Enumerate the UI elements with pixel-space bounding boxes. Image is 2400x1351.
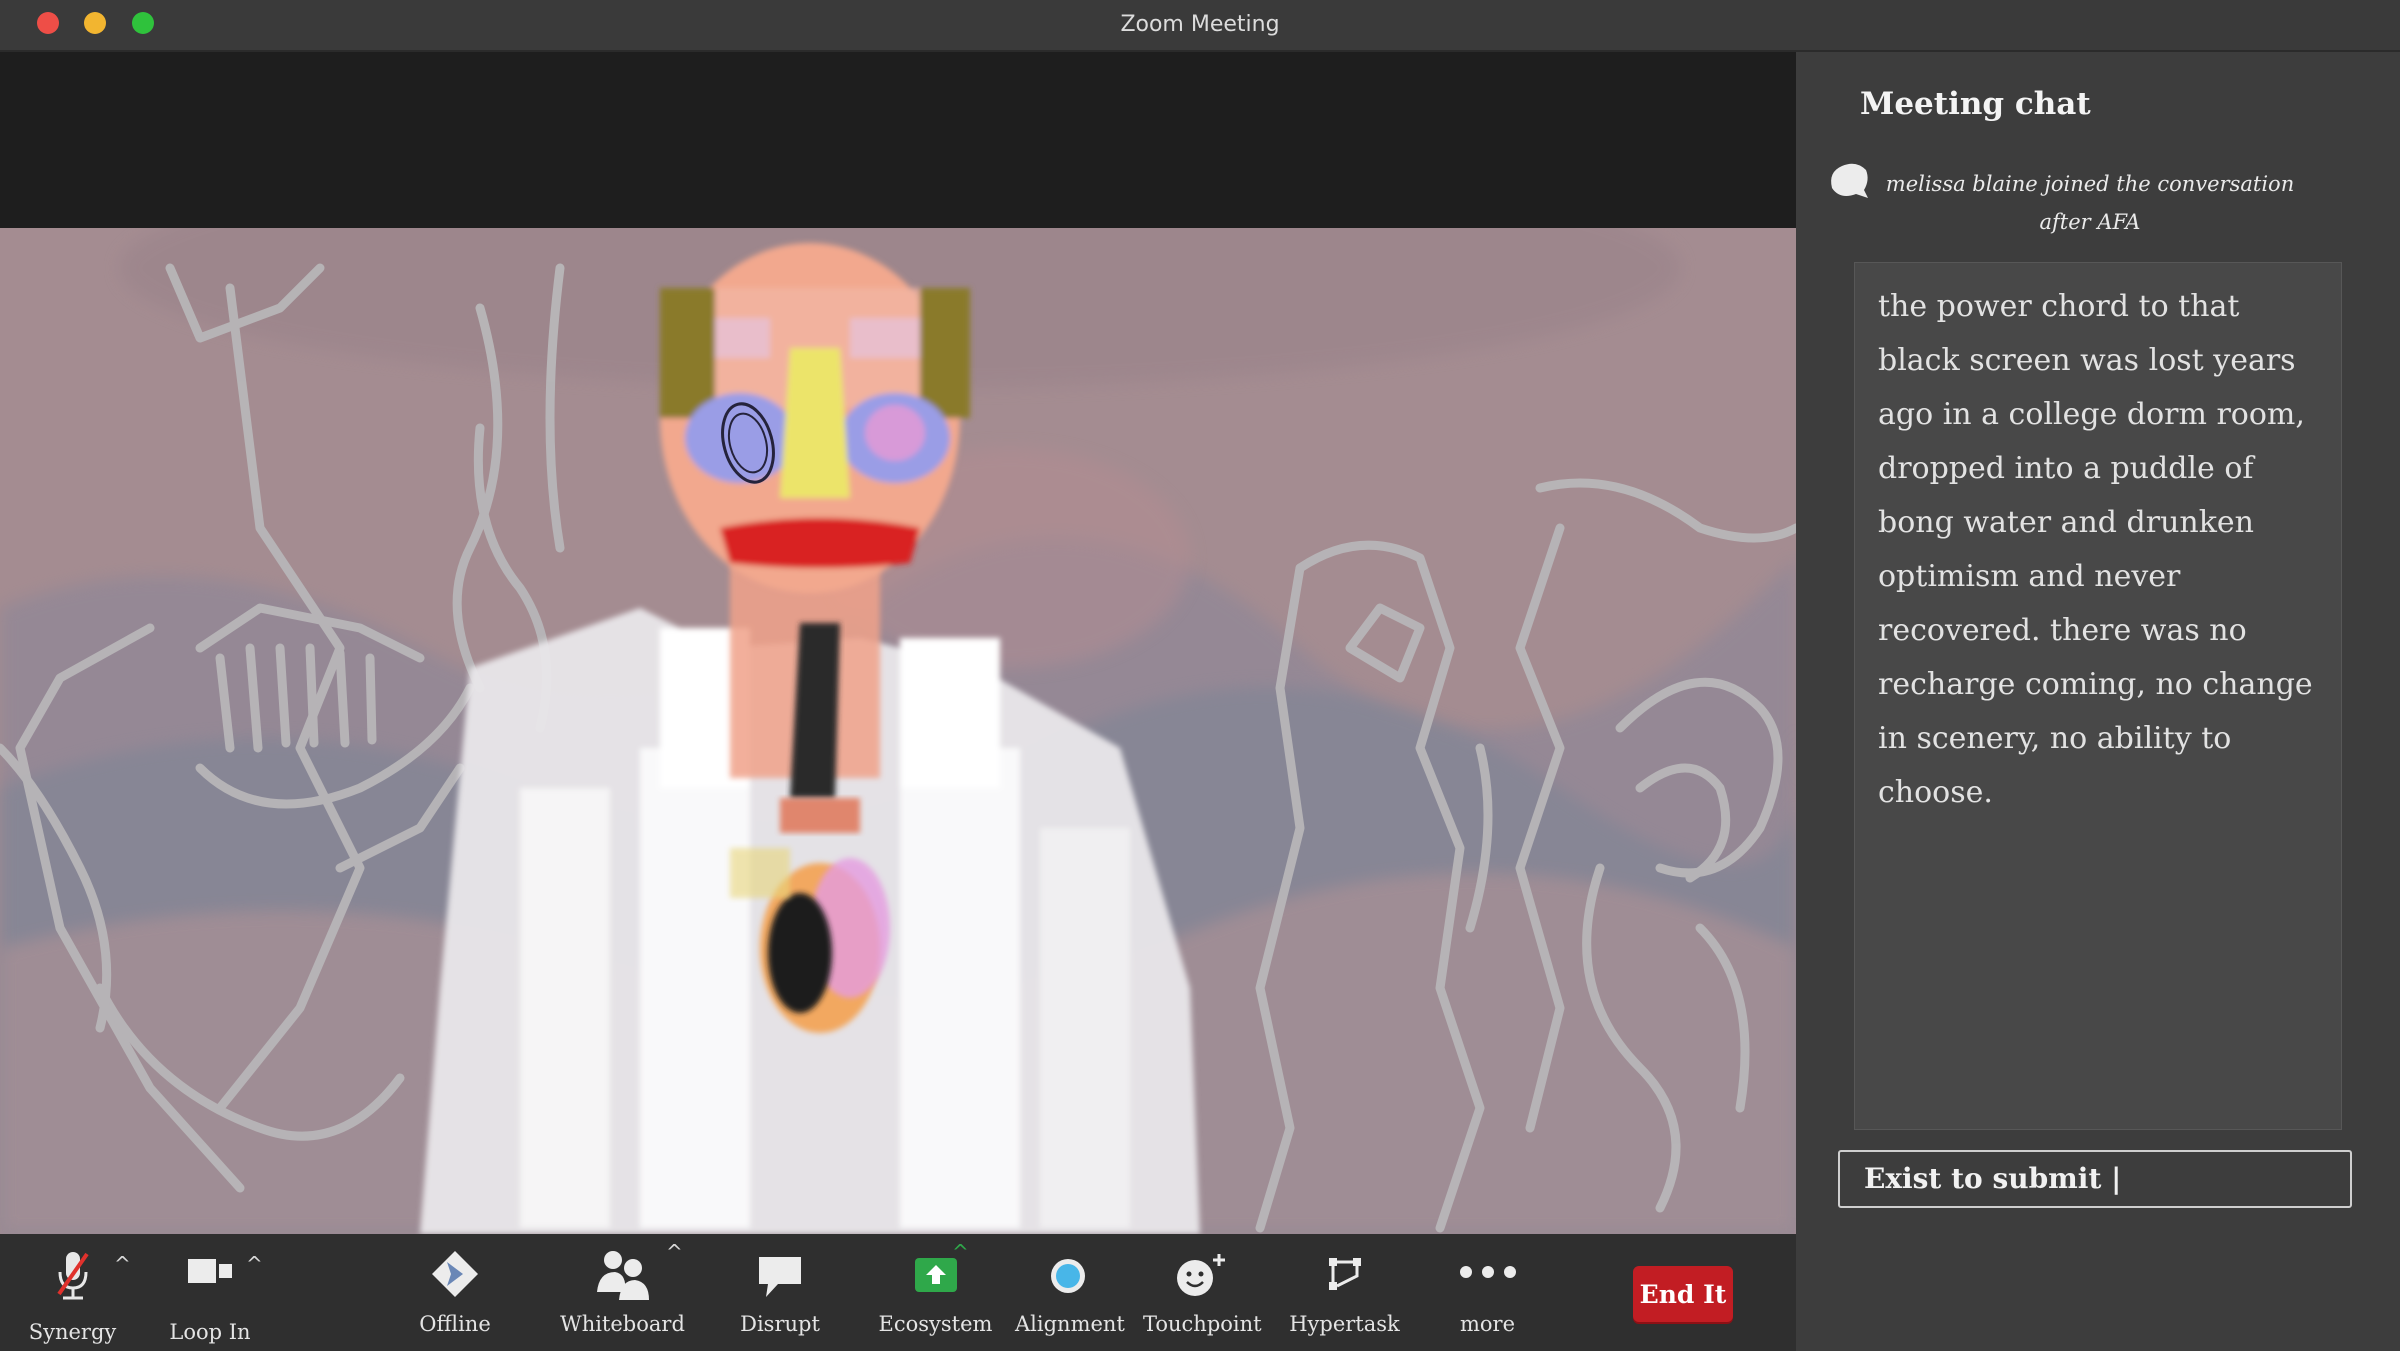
window-title: Zoom Meeting bbox=[1120, 12, 1280, 37]
ecosystem-button[interactable]: Ecosystem bbox=[878, 1248, 993, 1344]
chat-input[interactable]: Exist to submit | bbox=[1838, 1150, 2352, 1208]
blue-circle-icon bbox=[1046, 1254, 1090, 1302]
synergy-options-caret-icon[interactable]: ^ bbox=[114, 1252, 131, 1276]
hypertask-button[interactable]: Hypertask bbox=[1282, 1248, 1407, 1344]
meeting-toolbar: Synergy ^ Loop In ^ Offline Whiteboard ^… bbox=[0, 1234, 1796, 1351]
speech-bubble-icon bbox=[756, 1254, 804, 1304]
muted-microphone-icon bbox=[53, 1248, 93, 1308]
flowchart-icon bbox=[1321, 1254, 1369, 1302]
end-meeting-button[interactable]: End It bbox=[1633, 1266, 1733, 1322]
disrupt-button[interactable]: Disrupt bbox=[730, 1248, 830, 1344]
toolbar-item-label: Hypertask bbox=[1289, 1312, 1400, 1336]
join-notification: melissa blaine joined the conversation a… bbox=[1885, 172, 2295, 234]
chat-message: the power chord to that black screen was… bbox=[1878, 289, 2313, 810]
toolbar-item-label: Synergy bbox=[28, 1320, 117, 1344]
toolbar-item-label: Ecosystem bbox=[878, 1312, 993, 1336]
diamond-icon bbox=[429, 1248, 481, 1304]
toolbar-item-label: more bbox=[1459, 1312, 1516, 1336]
toolbar-item-label: Offline bbox=[419, 1312, 491, 1336]
chat-title: Meeting chat bbox=[1860, 86, 2091, 122]
toolbar-item-label: Touchpoint bbox=[1143, 1312, 1262, 1336]
smiley-plus-icon bbox=[1171, 1250, 1231, 1304]
toolbar-item-label: Whiteboard bbox=[560, 1312, 685, 1336]
ellipsis-icon bbox=[1456, 1262, 1520, 1286]
participant-video[interactable] bbox=[0, 148, 1801, 1234]
participant-avatar-icon bbox=[1826, 158, 1872, 210]
video-letterbox bbox=[0, 52, 1796, 230]
toolbar-item-label: Loop In bbox=[169, 1320, 251, 1344]
toolbar-item-label: Alignment bbox=[1015, 1312, 1125, 1336]
touchpoint-button[interactable]: Touchpoint bbox=[1143, 1248, 1262, 1344]
video-camera-icon bbox=[186, 1256, 234, 1290]
offline-button[interactable]: Offline bbox=[405, 1248, 505, 1344]
title-bar: Zoom Meeting bbox=[0, 0, 2400, 52]
alignment-button[interactable]: Alignment bbox=[1015, 1248, 1125, 1344]
toolbar-item-label: Disrupt bbox=[740, 1312, 820, 1336]
people-icon bbox=[591, 1248, 655, 1306]
synergy-button[interactable]: Synergy bbox=[20, 1248, 125, 1344]
more-button[interactable]: more bbox=[1440, 1248, 1535, 1344]
loop-in-button[interactable]: Loop In bbox=[160, 1248, 260, 1344]
loop-in-options-caret-icon[interactable]: ^ bbox=[246, 1252, 263, 1276]
painted-figure-illustration bbox=[0, 148, 1801, 1234]
ecosystem-options-caret-icon[interactable]: ^ bbox=[952, 1240, 969, 1264]
whiteboard-options-caret-icon[interactable]: ^ bbox=[666, 1240, 683, 1264]
